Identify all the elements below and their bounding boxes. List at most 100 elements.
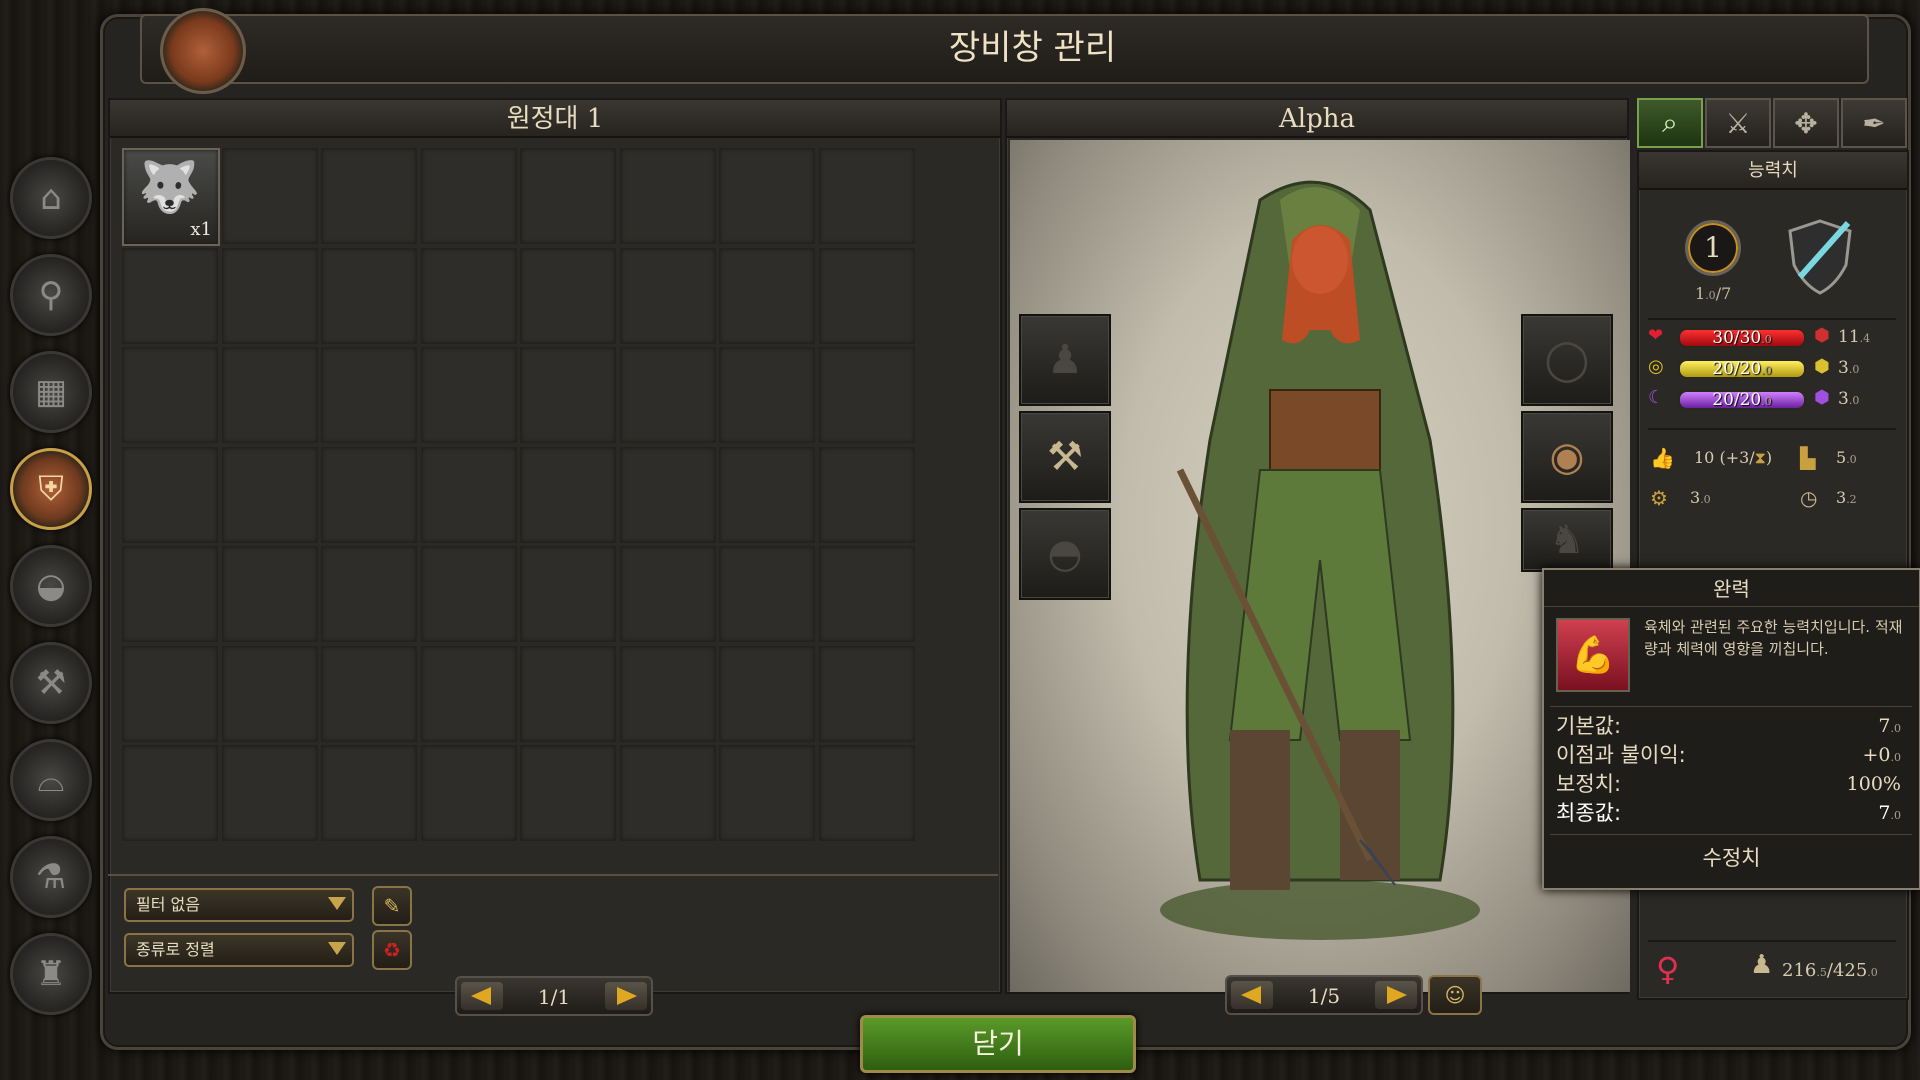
final-value-decimal: .0 [1890, 809, 1902, 822]
sidebar-furnace-icon[interactable]: ⌓ [10, 739, 92, 821]
time-main: 3 [1836, 488, 1847, 507]
inventory-slot[interactable]: 🐺 x1 [122, 148, 220, 246]
inventory-slot[interactable] [620, 745, 716, 841]
inventory-slot[interactable] [819, 148, 915, 244]
auto-sort-button[interactable]: ✎ [372, 886, 412, 926]
inventory-slot[interactable] [421, 546, 517, 642]
inventory-slot[interactable] [321, 347, 417, 443]
sort-dropdown[interactable]: 종류로 정렬 [124, 933, 354, 967]
inventory-slot[interactable] [520, 745, 616, 841]
inventory-slot[interactable] [122, 347, 218, 443]
inventory-slot[interactable] [719, 745, 815, 841]
filter-dropdown[interactable]: 필터 없음 [124, 888, 354, 922]
sidebar-candle-icon[interactable]: ♜ [10, 933, 92, 1015]
skill-decimal: .0 [1700, 493, 1711, 506]
sidebar-flask-icon[interactable]: ⚗ [10, 836, 92, 918]
inventory-slot[interactable] [122, 248, 218, 344]
weapon-slot[interactable]: ⚒ [1019, 411, 1111, 503]
thumbs-up-icon: 👍 [1650, 446, 1675, 470]
inventory-slot[interactable] [819, 248, 915, 344]
inventory-slot[interactable] [321, 248, 417, 344]
inventory-slot[interactable] [122, 546, 218, 642]
inventory-slot[interactable] [421, 148, 517, 244]
muscle-arm-icon: 💪 [1556, 618, 1630, 692]
inventory-slot[interactable] [321, 646, 417, 742]
inventory-slot[interactable] [620, 248, 716, 344]
inventory-slot[interactable] [819, 646, 915, 742]
tab-emblem-icon[interactable]: ✥ [1773, 98, 1839, 148]
inventory-slot[interactable] [222, 347, 318, 443]
prev-character-button[interactable] [1231, 981, 1273, 1009]
next-page-button[interactable] [605, 982, 647, 1010]
inventory-slot[interactable] [421, 347, 517, 443]
ring-slot[interactable]: ◯ [1521, 314, 1613, 406]
tab-crossed-swords-icon[interactable]: ⚔ [1705, 98, 1771, 148]
inventory-slot[interactable] [620, 646, 716, 742]
sidebar-magnifier-icon[interactable]: ⚲ [10, 254, 92, 336]
time-decimal: .2 [1846, 493, 1857, 506]
stamina-armor-value: 3.0 [1838, 358, 1859, 378]
sidebar-crate-icon[interactable]: ▦ [10, 351, 92, 433]
inventory-slot[interactable] [222, 546, 318, 642]
shield-slot[interactable]: ◉ [1521, 411, 1613, 503]
modifier-value-main: 100% [1846, 773, 1901, 795]
chest-armor-slot[interactable]: ♟ [1019, 314, 1111, 406]
sidebar-cauldron-icon[interactable]: ◒ [10, 545, 92, 627]
inventory-slot[interactable] [321, 148, 417, 244]
stats-header: 능력치 [1639, 152, 1907, 190]
close-button[interactable]: 닫기 [860, 1015, 1136, 1073]
inventory-slot[interactable] [122, 646, 218, 742]
morale-text: 10 (+3/ [1694, 448, 1755, 467]
inventory-slot[interactable] [421, 745, 517, 841]
inventory-slot[interactable] [321, 745, 417, 841]
inventory-slot[interactable] [421, 646, 517, 742]
inventory-slot[interactable] [520, 447, 616, 543]
inventory-slot[interactable] [819, 447, 915, 543]
prev-page-button[interactable] [461, 982, 503, 1010]
female-gender-icon: ♀ [1656, 950, 1680, 988]
inventory-slot[interactable] [520, 148, 616, 244]
next-character-button[interactable] [1375, 981, 1417, 1009]
inventory-slot[interactable] [222, 745, 318, 841]
inventory-slot[interactable] [122, 745, 218, 841]
inventory-slot[interactable] [620, 347, 716, 443]
inventory-slot[interactable] [421, 248, 517, 344]
inventory-slot[interactable] [819, 347, 915, 443]
helmet-slot[interactable]: ◓ [1019, 508, 1111, 600]
inventory-slot[interactable] [719, 148, 815, 244]
inventory-slot[interactable] [520, 347, 616, 443]
pet-slot[interactable]: ♞ [1521, 508, 1613, 572]
inventory-slot[interactable] [222, 248, 318, 344]
party-button[interactable]: ☺ [1428, 975, 1482, 1015]
skill-value: 3.0 [1690, 488, 1711, 507]
inventory-slot[interactable] [520, 646, 616, 742]
tab-search-icon[interactable]: ⌕ [1637, 98, 1703, 148]
sidebar-house-icon[interactable]: ⌂ [10, 157, 92, 239]
class-shield-icon [1780, 215, 1860, 295]
sidebar-shield-sword-icon[interactable]: ⛨ [10, 448, 92, 530]
inventory-slot[interactable] [719, 447, 815, 543]
tab-quill-icon[interactable]: ✒ [1841, 98, 1907, 148]
inventory-slot[interactable] [819, 546, 915, 642]
inventory-slot[interactable] [520, 546, 616, 642]
inventory-slot[interactable] [719, 546, 815, 642]
inventory-slot[interactable] [222, 148, 318, 244]
recycle-button[interactable]: ♻ [372, 930, 412, 970]
inventory-slot[interactable] [421, 447, 517, 543]
inventory-slot[interactable] [719, 347, 815, 443]
inventory-slot[interactable] [719, 248, 815, 344]
inventory-slot[interactable] [321, 447, 417, 543]
inventory-slot[interactable] [321, 546, 417, 642]
inventory-slot[interactable] [122, 447, 218, 543]
inventory-slot[interactable] [719, 646, 815, 742]
inventory-title: 원정대 1 [110, 100, 1000, 138]
inventory-slot[interactable] [222, 447, 318, 543]
inventory-slot[interactable] [620, 546, 716, 642]
inventory-slot[interactable] [620, 148, 716, 244]
sidebar-anvil-icon[interactable]: ⚒ [10, 642, 92, 724]
weight-icon: ♟ [1750, 950, 1774, 980]
inventory-slot[interactable] [520, 248, 616, 344]
inventory-slot[interactable] [819, 745, 915, 841]
inventory-slot[interactable] [222, 646, 318, 742]
inventory-slot[interactable] [620, 447, 716, 543]
